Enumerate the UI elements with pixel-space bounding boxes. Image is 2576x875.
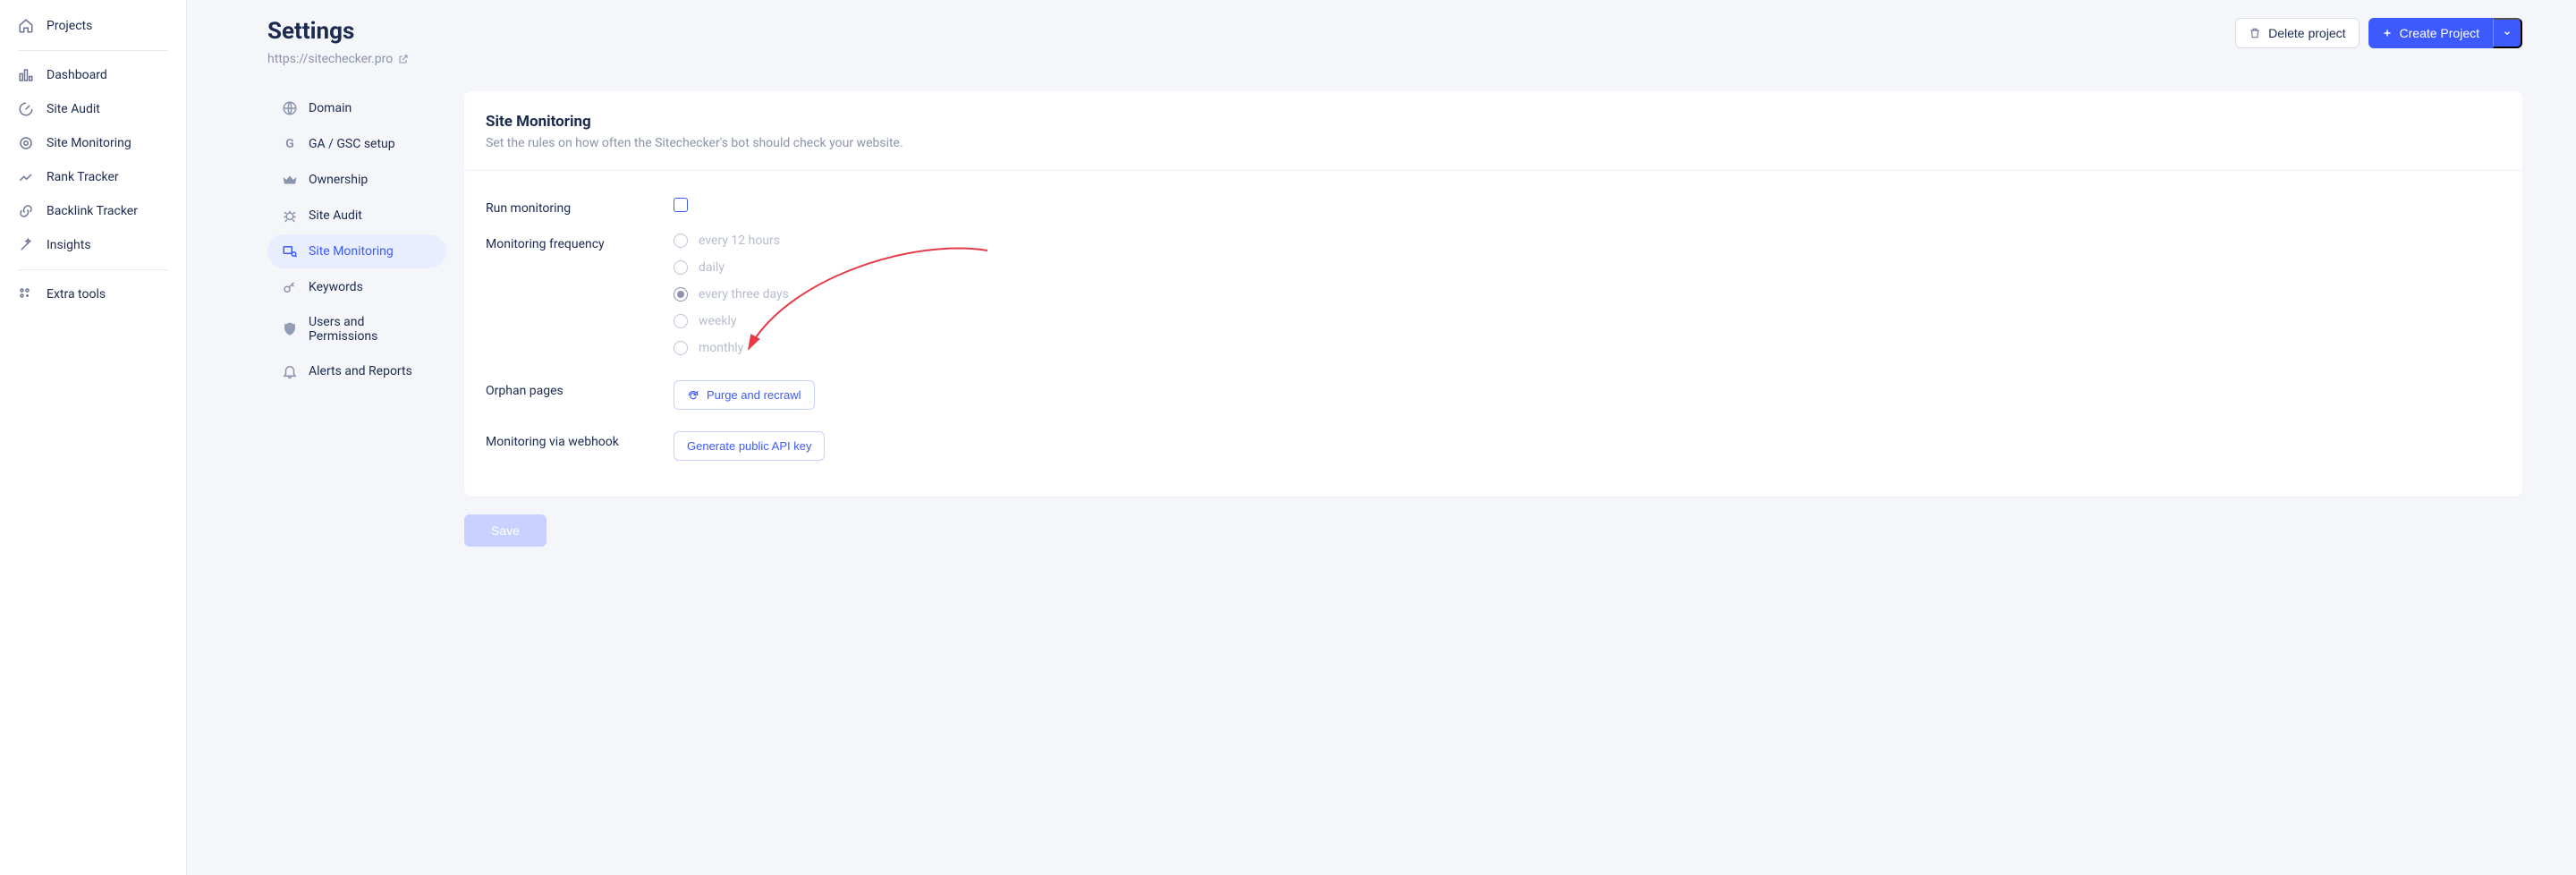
webhook-label: Monitoring via webhook — [486, 431, 674, 449]
delete-project-label: Delete project — [2268, 26, 2345, 40]
sidebar-item-label: Dashboard — [47, 68, 107, 82]
radio-icon — [674, 287, 688, 302]
sidebar-item-label: Backlink Tracker — [47, 204, 138, 218]
radio-icon — [674, 314, 688, 328]
gauge-icon — [18, 101, 34, 117]
orphan-pages-label: Orphan pages — [486, 380, 674, 398]
sidebar-item-label: Projects — [47, 19, 92, 33]
settings-nav-label: Domain — [309, 101, 352, 115]
site-monitoring-panel: Site Monitoring Set the rules on how oft… — [464, 91, 2522, 497]
run-monitoring-label: Run monitoring — [486, 198, 674, 216]
sidebar-item-extra-tools[interactable]: Extra tools — [0, 277, 186, 311]
crown-icon — [282, 172, 298, 188]
home-icon — [18, 18, 34, 34]
settings-nav-domain[interactable]: Domain — [267, 91, 446, 125]
trend-icon — [18, 169, 34, 185]
sidebar-item-site-audit[interactable]: Site Audit — [0, 92, 186, 126]
delete-project-button[interactable]: Delete project — [2235, 18, 2359, 48]
frequency-option-label: every 12 hours — [699, 234, 780, 248]
settings-nav-alerts-reports[interactable]: Alerts and Reports — [267, 354, 446, 388]
sidebar-item-label: Rank Tracker — [47, 170, 119, 184]
sidebar-item-label: Site Monitoring — [47, 136, 131, 150]
target-icon — [18, 135, 34, 151]
sidebar-item-rank-tracker[interactable]: Rank Tracker — [0, 160, 186, 194]
key-icon — [282, 279, 298, 295]
main-content: Settings https://sitechecker.pro Delete … — [187, 0, 2576, 875]
save-button[interactable]: Save — [464, 514, 547, 547]
sidebar-item-insights[interactable]: Insights — [0, 228, 186, 262]
plus-icon — [2382, 28, 2393, 38]
sidebar-item-label: Insights — [47, 238, 91, 252]
settings-nav-label: Site Audit — [309, 208, 362, 223]
sidebar-item-site-monitoring[interactable]: Site Monitoring — [0, 126, 186, 160]
settings-nav-users-permissions[interactable]: Users and Permissions — [267, 306, 446, 353]
settings-nav-label: Site Monitoring — [309, 244, 394, 259]
frequency-option-label: daily — [699, 260, 724, 275]
magic-wand-icon — [18, 237, 34, 253]
sidebar-item-projects[interactable]: Projects — [0, 9, 186, 43]
settings-nav-ga-gsc[interactable]: G GA / GSC setup — [267, 127, 446, 161]
monitor-search-icon — [282, 243, 298, 259]
bug-icon — [282, 208, 298, 224]
link-icon — [18, 203, 34, 219]
create-project-label: Create Project — [2400, 26, 2479, 40]
bell-icon — [282, 363, 298, 379]
divider — [18, 50, 168, 51]
project-url-link[interactable]: https://sitechecker.pro — [267, 52, 409, 66]
frequency-option-label: every three days — [699, 287, 789, 302]
create-project-dropdown[interactable] — [2493, 18, 2522, 48]
chevron-down-icon — [2503, 29, 2512, 38]
sidebar-item-label: Site Audit — [47, 102, 100, 116]
frequency-option-three-days[interactable]: every three days — [674, 287, 2501, 302]
create-project-button[interactable]: Create Project — [2368, 18, 2493, 48]
frequency-option-daily[interactable]: daily — [674, 260, 2501, 275]
page-title: Settings — [267, 18, 409, 45]
frequency-option-monthly[interactable]: monthly — [674, 341, 2501, 355]
divider — [18, 269, 168, 270]
settings-nav-label: GA / GSC setup — [309, 137, 395, 151]
settings-nav-keywords[interactable]: Keywords — [267, 270, 446, 304]
settings-nav-site-audit[interactable]: Site Audit — [267, 199, 446, 233]
divider — [464, 170, 2522, 171]
purge-recrawl-button[interactable]: Purge and recrawl — [674, 380, 815, 410]
frequency-option-weekly[interactable]: weekly — [674, 314, 2501, 328]
shield-user-icon — [282, 321, 298, 337]
settings-nav-site-monitoring[interactable]: Site Monitoring — [267, 234, 446, 268]
monitoring-frequency-label: Monitoring frequency — [486, 234, 674, 251]
frequency-option-label: weekly — [699, 314, 737, 328]
app-sidebar: Projects Dashboard Site Audit Site Monit… — [0, 0, 187, 875]
project-url-text: https://sitechecker.pro — [267, 52, 393, 66]
settings-nav-label: Keywords — [309, 280, 363, 294]
panel-description: Set the rules on how often the Sitecheck… — [486, 136, 2501, 150]
frequency-radio-group: every 12 hours daily every three days — [674, 234, 2501, 355]
sidebar-item-dashboard[interactable]: Dashboard — [0, 58, 186, 92]
settings-nav-label: Alerts and Reports — [309, 364, 412, 378]
panel-title: Site Monitoring — [486, 113, 2501, 131]
settings-nav: Domain G GA / GSC setup Ownership Si — [267, 91, 446, 547]
radio-icon — [674, 234, 688, 248]
settings-nav-label: Ownership — [309, 173, 368, 187]
purge-recrawl-label: Purge and recrawl — [707, 388, 801, 402]
apps-icon — [18, 286, 34, 302]
frequency-option-12h[interactable]: every 12 hours — [674, 234, 2501, 248]
settings-nav-label: Users and Permissions — [309, 315, 432, 344]
radio-icon — [674, 341, 688, 355]
generate-api-key-label: Generate public API key — [687, 439, 811, 453]
run-monitoring-checkbox[interactable] — [674, 198, 688, 212]
refresh-icon — [687, 389, 699, 402]
trash-icon — [2249, 27, 2261, 39]
generate-api-key-button[interactable]: Generate public API key — [674, 431, 825, 461]
google-icon: G — [282, 136, 298, 152]
sidebar-item-backlink-tracker[interactable]: Backlink Tracker — [0, 194, 186, 228]
dashboard-icon — [18, 67, 34, 83]
sidebar-item-label: Extra tools — [47, 287, 106, 302]
frequency-option-label: monthly — [699, 341, 743, 355]
external-link-icon — [398, 54, 409, 64]
globe-icon — [282, 100, 298, 116]
settings-nav-ownership[interactable]: Ownership — [267, 163, 446, 197]
radio-icon — [674, 260, 688, 275]
save-button-label: Save — [491, 523, 520, 538]
